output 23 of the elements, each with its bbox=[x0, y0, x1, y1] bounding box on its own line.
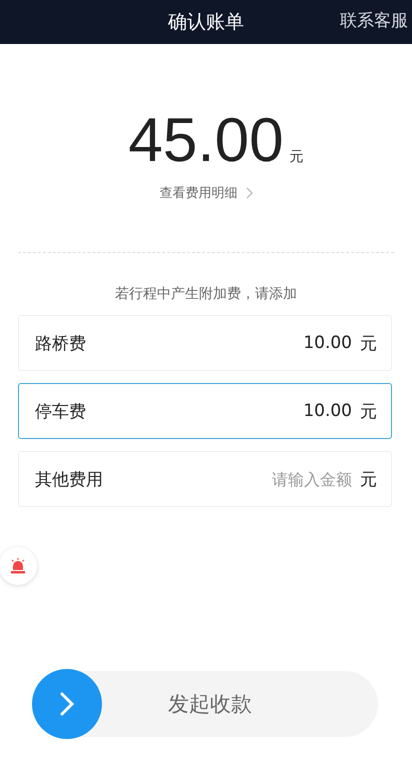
fee-amount: 10.00 bbox=[303, 401, 352, 421]
slide-button-label: 发起收款 bbox=[167, 691, 253, 718]
chevron-icon bbox=[60, 692, 74, 716]
fee-details-link[interactable]: 查看费用明细 bbox=[160, 184, 238, 202]
contact-service-link[interactable]: 联系客服 bbox=[340, 9, 408, 32]
fee-field[interactable]: 其他费用 请输入金额 元 bbox=[18, 451, 392, 507]
currency-unit: 元 bbox=[360, 332, 377, 354]
fee-label: 路桥费 bbox=[35, 332, 86, 354]
fee-amount: 10.00 bbox=[303, 333, 352, 353]
chevron-icon bbox=[246, 187, 252, 199]
fee-label: 其他费用 bbox=[35, 468, 103, 490]
alarm-button[interactable] bbox=[0, 547, 37, 585]
fee-field[interactable]: 停车费 10.00 元 bbox=[18, 383, 392, 439]
slide-track[interactable]: 发起收款 bbox=[32, 671, 378, 737]
currency-unit: 元 bbox=[360, 400, 377, 422]
alarm-icon bbox=[9, 557, 27, 575]
total-amount: 45.00 bbox=[128, 110, 284, 172]
currency-unit: 元 bbox=[360, 468, 377, 490]
extra-fee-hint: 若行程中产生附加费，请添加 bbox=[114, 285, 298, 303]
page-title: 确认账单 bbox=[168, 10, 244, 35]
fee-label: 停车费 bbox=[35, 400, 86, 422]
fee-field[interactable]: 路桥费 10.00 元 bbox=[18, 315, 392, 371]
currency-unit: 元 bbox=[290, 148, 304, 166]
